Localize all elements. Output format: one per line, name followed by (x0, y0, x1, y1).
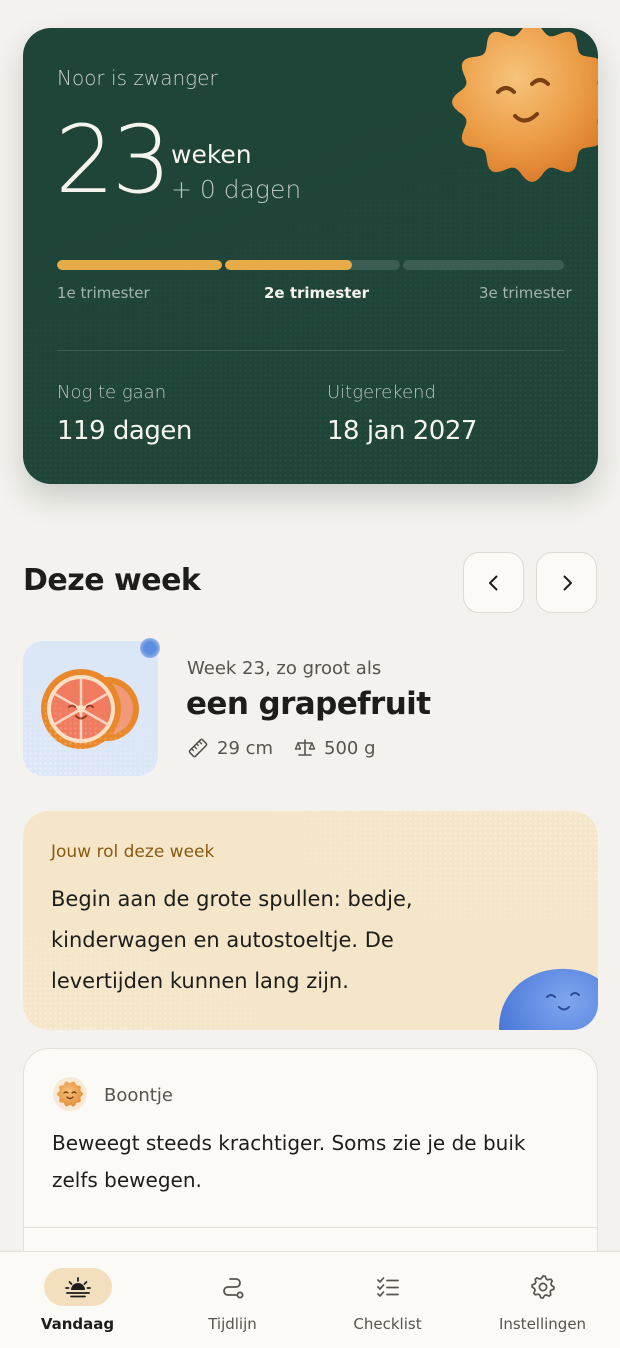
weeks-count: 23 (55, 106, 172, 215)
tab-label: Instellingen (498, 1315, 587, 1333)
remaining-label: Nog te gaan (57, 382, 167, 403)
fruit-illustration-tile (23, 641, 158, 776)
gear-icon (530, 1275, 555, 1299)
due-date-value: 18 jan 2027 (327, 416, 477, 446)
role-label: Jouw rol deze week (51, 842, 215, 862)
role-text: Begin aan de grote spullen: bedje, kinde… (51, 887, 413, 993)
trimester-2-label: 2e trimester (264, 284, 370, 302)
due-date-label: Uitgerekend (327, 382, 436, 403)
weeks-unit: weken (171, 140, 252, 169)
section-title: Deze week (23, 563, 201, 598)
baby-update-text: Beweegt steeds krachtiger. Soms zie je d… (52, 1131, 526, 1192)
tab-label: Vandaag (40, 1315, 115, 1333)
weight-value: 500 g (324, 737, 376, 759)
remaining-value: 119 dagen (57, 416, 192, 446)
trimester-1-label: 1e trimester (57, 284, 150, 302)
tab-label: Checklist (353, 1315, 422, 1333)
pregnancy-progress-bar (57, 260, 564, 270)
sun-avatar-icon (53, 1077, 87, 1111)
path-icon (222, 1278, 243, 1299)
blue-blob-mascot-icon (499, 968, 598, 1030)
extra-days: + 0 dagen (171, 175, 302, 204)
chevron-right-icon (563, 575, 572, 590)
tab-vandaag[interactable]: Vandaag (0, 1252, 155, 1348)
partner-role-card: Jouw rol deze week Begin aan de grote sp… (23, 811, 598, 1030)
pregnancy-label: Noor is zwanger (57, 66, 218, 90)
length-measure: 29 cm (187, 737, 273, 759)
trimester-3-label: 3e trimester (479, 284, 572, 302)
previous-week-button[interactable] (463, 552, 524, 613)
weight-measure: 500 g (294, 737, 376, 759)
card-divider (24, 1227, 597, 1228)
sunrise-icon (64, 1277, 91, 1298)
progress-segment-2 (225, 260, 400, 270)
pregnancy-card: Noor is zwanger 23 weken + 0 dagen 1e tr… (23, 28, 598, 484)
tab-tijdlijn[interactable]: Tijdlijn (155, 1252, 310, 1348)
bottom-tab-bar: Vandaag Tijdlijn Checklist Instellingen (0, 1251, 620, 1348)
baby-nickname: Boontje (104, 1085, 173, 1106)
chevron-left-icon (488, 575, 497, 590)
tab-checklist[interactable]: Checklist (310, 1252, 465, 1348)
checklist-icon (376, 1277, 399, 1297)
tab-label: Tijdlijn (208, 1315, 257, 1333)
length-value: 29 cm (217, 737, 274, 759)
scale-icon (294, 739, 316, 756)
size-comparison: een grapefruit (186, 686, 431, 722)
card-divider (57, 350, 564, 351)
tab-instellingen[interactable]: Instellingen (465, 1252, 620, 1348)
progress-segment-1 (57, 260, 222, 270)
progress-segment-3 (403, 260, 564, 270)
next-week-button[interactable] (536, 552, 597, 613)
new-indicator-dot (140, 638, 160, 658)
ruler-icon (188, 738, 208, 758)
sun-mascot-icon (452, 28, 598, 182)
size-intro: Week 23, zo groot als (187, 658, 382, 679)
